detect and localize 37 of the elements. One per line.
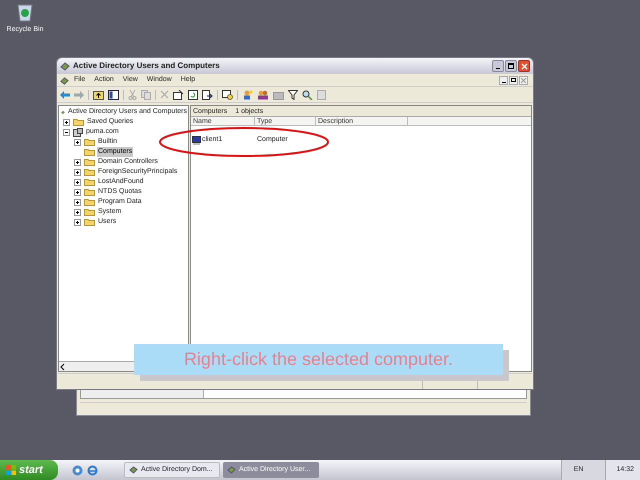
browser-icon[interactable] bbox=[87, 464, 98, 476]
minimize-button[interactable] bbox=[499, 76, 508, 84]
users-icon[interactable] bbox=[257, 90, 269, 100]
scrollbar[interactable] bbox=[81, 390, 204, 398]
recycle-bin-icon[interactable] bbox=[16, 2, 34, 22]
expand-icon[interactable] bbox=[74, 188, 81, 196]
window-title: Active Directory Users and Computers bbox=[73, 60, 220, 72]
export-icon[interactable] bbox=[202, 90, 213, 100]
expand-icon[interactable] bbox=[74, 158, 81, 166]
back-arrow-icon[interactable] bbox=[60, 90, 70, 98]
expand-icon[interactable] bbox=[74, 218, 81, 226]
user-icon[interactable] bbox=[242, 90, 253, 100]
server-icon bbox=[73, 128, 83, 136]
expand-icon[interactable] bbox=[74, 168, 81, 176]
filter-icon[interactable] bbox=[288, 90, 298, 100]
expand-icon[interactable] bbox=[74, 178, 81, 186]
collapse-icon[interactable] bbox=[63, 128, 70, 136]
instruction-text: Right-click the selected computer. bbox=[184, 348, 454, 371]
console-icon bbox=[129, 466, 138, 474]
expand-icon[interactable] bbox=[74, 208, 81, 216]
maximize-button[interactable] bbox=[505, 60, 517, 72]
close-icon bbox=[521, 78, 526, 82]
windows-flag-icon bbox=[6, 465, 16, 475]
expand-icon[interactable] bbox=[63, 118, 70, 126]
refresh-icon[interactable] bbox=[188, 90, 198, 100]
up-folder-icon[interactable] bbox=[93, 90, 104, 100]
console-icon bbox=[227, 466, 236, 474]
expand-icon[interactable] bbox=[74, 138, 81, 146]
close-button[interactable] bbox=[518, 60, 530, 72]
expand-icon[interactable] bbox=[74, 198, 81, 206]
restore-button[interactable] bbox=[509, 76, 518, 84]
find-icon[interactable] bbox=[302, 90, 313, 100]
minimize-button[interactable] bbox=[492, 60, 504, 72]
computer-icon bbox=[192, 136, 201, 145]
close-icon bbox=[520, 62, 528, 70]
desktop-icon[interactable] bbox=[72, 464, 83, 476]
pane-toggle-icon[interactable] bbox=[108, 90, 119, 100]
